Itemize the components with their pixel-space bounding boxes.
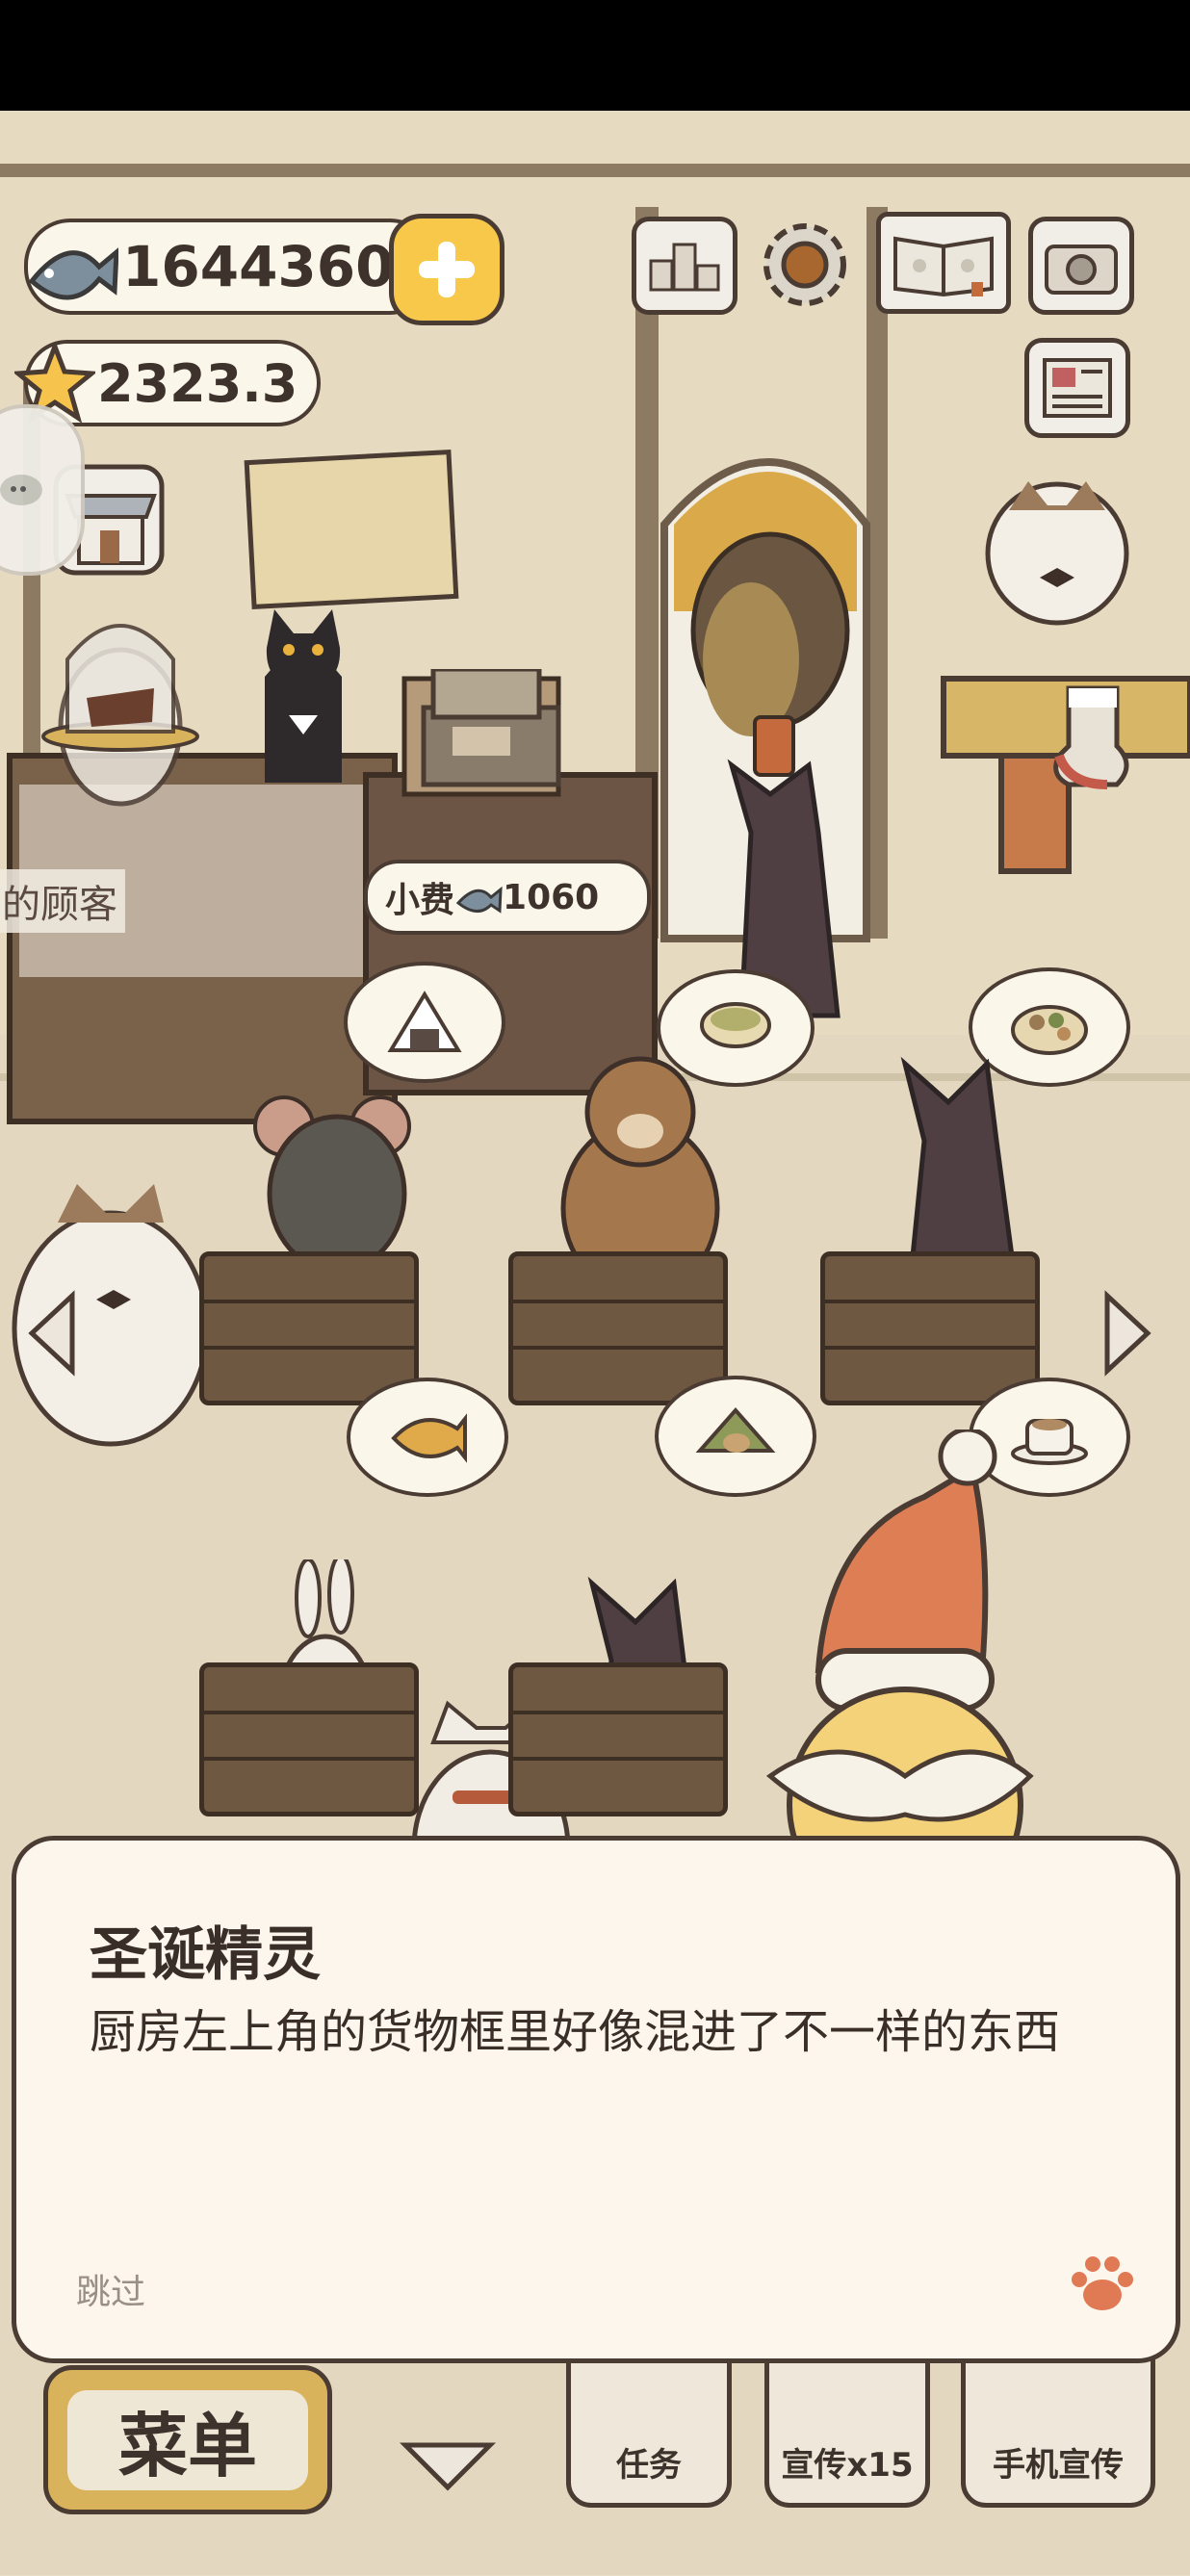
dining-table-5[interactable] bbox=[508, 1662, 728, 1816]
dining-table-1[interactable] bbox=[199, 1251, 419, 1405]
settings-button[interactable] bbox=[755, 215, 855, 315]
dining-table-3[interactable] bbox=[820, 1251, 1040, 1405]
right-arrow-icon[interactable] bbox=[1098, 1290, 1155, 1377]
camera-icon bbox=[1045, 245, 1118, 295]
game-scene: 1644360 2323.3 的顾客 小费 1060 菜单 任务 宣传x15 手… bbox=[0, 111, 1190, 2576]
fish-icon bbox=[28, 247, 118, 300]
chat-button[interactable] bbox=[0, 404, 85, 576]
recipe-book-icon bbox=[893, 236, 994, 296]
leaderboard-button[interactable] bbox=[632, 217, 737, 315]
newspaper-button[interactable] bbox=[1024, 338, 1130, 438]
left-arrow-icon[interactable] bbox=[24, 1290, 82, 1377]
cat-portrait bbox=[985, 481, 1129, 626]
cake-dome bbox=[41, 624, 199, 752]
menu-button[interactable]: 菜单 bbox=[43, 2365, 332, 2514]
phone-promote-label: 手机宣传 bbox=[993, 2446, 1124, 2485]
recipe-book-button[interactable] bbox=[876, 212, 1011, 314]
dialog-message: 厨房左上角的货物框里好像混进了不一样的东西 bbox=[90, 2005, 1061, 2059]
add-fish-button[interactable] bbox=[389, 214, 504, 325]
christmas-stocking bbox=[1053, 685, 1129, 789]
camera-button[interactable] bbox=[1028, 217, 1134, 315]
fish-icon bbox=[455, 886, 503, 914]
promote-label: 宣传x15 bbox=[781, 2446, 914, 2485]
fish-amount: 1644360 bbox=[122, 234, 395, 299]
tip-bubble[interactable]: 小费 1060 bbox=[364, 860, 651, 935]
order-bubble-rice-ball bbox=[344, 962, 505, 1083]
settings-gear-icon bbox=[763, 223, 846, 306]
newspaper-icon bbox=[1043, 358, 1112, 418]
cash-register bbox=[421, 669, 561, 787]
menu-label: 菜单 bbox=[117, 2406, 257, 2486]
star-amount: 2323.3 bbox=[97, 352, 298, 414]
tip-amount: 1060 bbox=[503, 877, 600, 917]
tasks-label: 任务 bbox=[616, 2446, 682, 2485]
leaderboard-icon bbox=[649, 243, 720, 292]
chat-icon bbox=[0, 475, 42, 505]
dialog-speaker: 圣诞精灵 bbox=[90, 1921, 321, 1989]
customer-sign: 的顾客 bbox=[0, 869, 125, 933]
skip-button[interactable]: 跳过 bbox=[76, 2264, 145, 2314]
order-bubble-taiyaki bbox=[347, 1378, 508, 1497]
dining-table-2[interactable] bbox=[508, 1251, 728, 1405]
dialog-box[interactable]: 圣诞精灵 厨房左上角的货物框里好像混进了不一样的东西 跳过 bbox=[12, 1836, 1180, 2363]
dining-table-4[interactable] bbox=[199, 1662, 419, 1816]
plus-icon bbox=[419, 242, 475, 297]
wolf-customer-right bbox=[900, 1056, 1019, 1285]
paw-icon bbox=[1072, 2256, 1133, 2310]
tip-label: 小费 bbox=[385, 881, 455, 920]
down-arrow-icon[interactable] bbox=[400, 2435, 496, 2493]
fish-currency: 1644360 bbox=[24, 219, 436, 315]
black-cat-chef bbox=[265, 609, 342, 783]
